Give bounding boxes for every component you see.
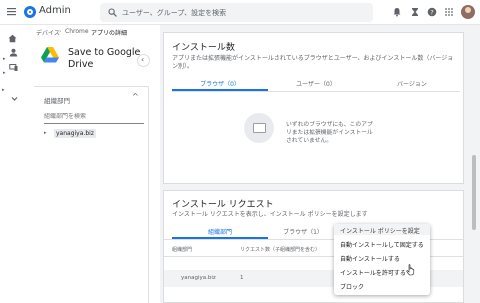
- help-icon[interactable]: ?: [427, 7, 437, 17]
- row-org: yanagiya.biz: [181, 275, 216, 281]
- tab-browsers[interactable]: ブラウザ（0）: [172, 79, 268, 88]
- install-request-title: インストール リクエスト: [172, 200, 274, 210]
- scrollbar[interactable]: [472, 155, 476, 230]
- breadcrumb-current: アプリの詳細: [91, 30, 128, 37]
- org-unit-panel: 組織部門 ^ ▸ yanagiya.biz: [34, 86, 149, 303]
- collapse-panel-button[interactable]: ‹: [137, 54, 150, 67]
- admin-logo-icon[interactable]: [24, 6, 36, 18]
- tab-users[interactable]: ユーザー（0）: [268, 79, 364, 88]
- install-count-card: インストール数 アプリまたは拡張機能がインストールされているブラウザとユーザー、…: [163, 32, 464, 184]
- install-count-title: インストール数: [172, 43, 235, 53]
- org-search-field[interactable]: [44, 112, 144, 124]
- breadcrumb-separator: ›: [59, 28, 62, 35]
- breadcrumb-devices[interactable]: デバイス: [36, 28, 60, 37]
- empty-state-message: いずれのブラウザにも、このアプリまたは拡張機能がインストールされていません。: [286, 122, 373, 144]
- menu-item-force-install-pin[interactable]: 自動インストールして固定する: [340, 240, 424, 249]
- tab-request-browsers[interactable]: ブラウザ（1）: [268, 227, 338, 236]
- users-icon[interactable]: [9, 48, 18, 57]
- apps-grid-icon[interactable]: [444, 7, 454, 17]
- column-header-org[interactable]: 組織部門: [172, 246, 192, 253]
- left-rail: ▸ ▸ ▸: [0, 25, 24, 303]
- google-drive-icon: [41, 47, 59, 63]
- app-title[interactable]: Admin: [39, 5, 71, 16]
- menu-item-allow-install[interactable]: インストールを許可する: [340, 268, 406, 277]
- hourglass-icon[interactable]: [410, 7, 420, 17]
- column-header-request-count[interactable]: リクエスト数（子組織部門を含む）: [240, 246, 320, 253]
- menu-item-set-policy[interactable]: インストール ポリシーを設定: [340, 226, 420, 235]
- hand-cursor-icon: [406, 264, 415, 276]
- org-search-input[interactable]: [44, 113, 144, 120]
- menu-icon[interactable]: [7, 7, 16, 16]
- breadcrumb-separator: ›: [85, 28, 88, 35]
- chevron-down-icon[interactable]: [10, 94, 19, 103]
- bell-icon[interactable]: [392, 7, 402, 17]
- devices-icon[interactable]: [9, 63, 18, 72]
- tab-versions[interactable]: バージョン: [364, 79, 460, 88]
- rail-expand-icon[interactable]: ▸: [2, 87, 5, 93]
- rail-expand-icon[interactable]: ▸: [3, 70, 6, 76]
- home-icon[interactable]: [8, 34, 17, 43]
- install-request-description: インストール リクエストを表示し、インストール ポリシーを設定します: [172, 211, 368, 218]
- divider: [172, 91, 460, 92]
- search-input[interactable]: ユーザー、グループ、設定を検索: [100, 3, 373, 22]
- org-tree-item[interactable]: ▸ yanagiya.biz: [44, 129, 96, 140]
- expand-arrow-icon[interactable]: ▸: [44, 130, 47, 136]
- org-panel-title: 組織部門: [44, 97, 70, 105]
- empty-state-icon: [244, 113, 274, 143]
- install-count-description: アプリまたは拡張機能がインストールされているブラウザとユーザー、およびインストー…: [172, 55, 454, 70]
- rail-expand-icon[interactable]: ▸: [3, 56, 6, 62]
- avatar[interactable]: [461, 5, 475, 19]
- search-icon: [108, 8, 117, 17]
- top-bar: Admin ユーザー、グループ、設定を検索 ?: [0, 0, 480, 25]
- app-header-card: Save to Google Drive: [34, 40, 149, 76]
- row-count: 1: [240, 275, 244, 281]
- menu-item-block[interactable]: ブロック: [340, 282, 364, 291]
- chevron-up-icon[interactable]: ^: [132, 92, 139, 101]
- org-tree-root-label[interactable]: yanagiya.biz: [54, 129, 96, 138]
- install-policy-menu: インストール ポリシーを設定 自動インストールして固定する 自動インストールする…: [334, 224, 430, 295]
- tab-org-units[interactable]: 組織部門: [172, 227, 268, 236]
- chevron-left-icon: ‹: [141, 55, 145, 64]
- menu-item-force-install[interactable]: 自動インストールする: [340, 254, 400, 263]
- svg-text:?: ?: [430, 8, 433, 16]
- search-placeholder: ユーザー、グループ、設定を検索: [122, 9, 227, 17]
